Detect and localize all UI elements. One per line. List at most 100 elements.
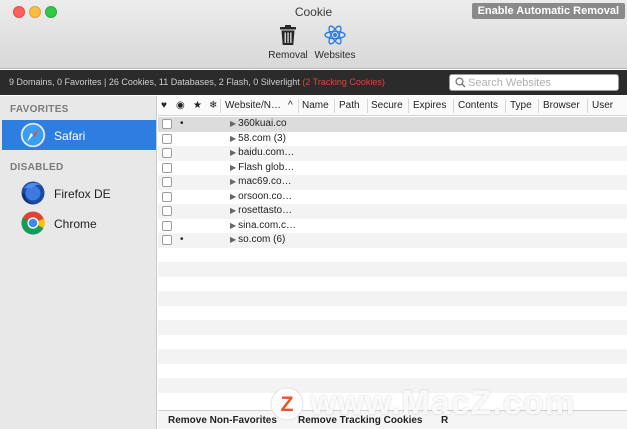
empty-row: [158, 320, 627, 335]
column-header-path[interactable]: Path: [339, 100, 360, 111]
column-header-favorite[interactable]: ♥: [161, 100, 167, 111]
row-checkbox[interactable]: [162, 148, 172, 158]
table-row[interactable]: ▶ orsoon.co…: [158, 189, 627, 204]
watermark-text: www.MacZ.com: [310, 384, 576, 422]
table-header: ♥ ◉ ★ ❄ Website/N… ^ Name Path Secure Ex…: [158, 96, 627, 116]
removal-toolbar-button[interactable]: Removal: [266, 24, 310, 61]
table-row[interactable]: ▶ mac69.co…: [158, 175, 627, 190]
tracking-dot: •: [180, 118, 184, 129]
row-checkbox[interactable]: [162, 235, 172, 245]
status-counts: 9 Domains, 0 Favorites | 26 Cookies, 11 …: [9, 77, 303, 87]
column-divider: [587, 99, 588, 113]
empty-row: [158, 334, 627, 349]
column-header-type[interactable]: Type: [510, 100, 532, 111]
website-name: sina.com.c…: [238, 219, 296, 231]
column-divider: [453, 99, 454, 113]
search-box[interactable]: [449, 74, 619, 91]
website-cell: ▶ 58.com (3): [230, 133, 286, 144]
remove-non-favorites-button[interactable]: Remove Non-Favorites: [168, 415, 277, 426]
row-checkbox[interactable]: [162, 177, 172, 187]
website-name: Flash glob…: [238, 161, 295, 173]
tracking-dot: •: [180, 234, 184, 245]
disclosure-triangle-icon[interactable]: ▶: [230, 221, 236, 230]
table-row[interactable]: • ▶ so.com (6): [158, 233, 627, 248]
chrome-icon: [21, 211, 45, 235]
atom-icon: [324, 25, 346, 45]
row-checkbox[interactable]: [162, 191, 172, 202]
safari-icon: [20, 122, 46, 148]
status-bar: 9 Domains, 0 Favorites | 26 Cookies, 11 …: [0, 70, 627, 95]
disabled-header: DISABLED: [10, 162, 64, 173]
column-header-flash[interactable]: ❄: [209, 100, 217, 111]
column-divider: [367, 99, 368, 113]
websites-label: Websites: [314, 50, 356, 61]
row-checkbox[interactable]: [162, 206, 172, 216]
sidebar-item-chrome[interactable]: Chrome: [2, 208, 156, 238]
column-header-expires[interactable]: Expires: [413, 100, 446, 111]
row-checkbox[interactable]: [162, 119, 172, 129]
firefox-icon: [21, 181, 45, 205]
website-cell: ▶ rosettasto…: [230, 205, 292, 216]
table-row[interactable]: • ▶ 360kuai.co: [158, 117, 627, 132]
search-input[interactable]: [468, 76, 613, 89]
disclosure-triangle-icon[interactable]: ▶: [230, 206, 236, 215]
website-cell: ▶ Flash glob…: [230, 162, 294, 173]
table-row[interactable]: ▶ baidu.com…: [158, 146, 627, 161]
row-checkbox[interactable]: [162, 162, 172, 173]
table-row[interactable]: ▶ sina.com.c…: [158, 218, 627, 233]
table-row[interactable]: ▶ 58.com (3): [158, 131, 627, 146]
column-header-website[interactable]: Website/N…: [225, 100, 281, 111]
website-cell: ▶ sina.com.c…: [230, 220, 296, 231]
table-row[interactable]: ▶ rosettasto…: [158, 204, 627, 219]
column-header-contents[interactable]: Contents: [458, 100, 498, 111]
logo-letter: Z: [281, 393, 294, 416]
column-header-secure[interactable]: Secure: [371, 100, 403, 111]
row-checkbox[interactable]: [162, 220, 172, 231]
favorites-header: FAVORITES: [10, 104, 69, 115]
column-divider: [334, 99, 335, 113]
column-header-user[interactable]: User: [592, 100, 613, 111]
trash-icon: [280, 25, 296, 45]
sidebar-item-label: Chrome: [54, 217, 97, 231]
sidebar-item-label: Safari: [54, 129, 86, 143]
column-header-tracking[interactable]: ◉: [176, 100, 185, 111]
websites-toolbar-button[interactable]: Websites: [313, 24, 357, 61]
table-row[interactable]: ▶ Flash glob…: [158, 160, 627, 175]
disclosure-triangle-icon[interactable]: ▶: [230, 235, 236, 244]
sidebar-item-firefox-de[interactable]: Firefox DE: [2, 178, 156, 208]
website-cell: ▶ so.com (6): [230, 234, 285, 245]
empty-row: [158, 262, 627, 277]
column-divider: [538, 99, 539, 113]
row-checkbox[interactable]: [162, 133, 172, 144]
status-summary: 9 Domains, 0 Favorites | 26 Cookies, 11 …: [9, 77, 385, 87]
website-name: 58.com (3): [238, 132, 286, 144]
disclosure-triangle-icon[interactable]: ▶: [230, 192, 236, 201]
website-name: 360kuai.co: [238, 118, 287, 129]
column-divider: [408, 99, 409, 113]
sidebar-item-safari[interactable]: Safari: [2, 120, 156, 150]
website-cell: ▶ orsoon.co…: [230, 191, 292, 202]
column-divider: [220, 99, 221, 113]
column-divider: [505, 99, 506, 113]
empty-row: [158, 276, 627, 291]
column-header-browser[interactable]: Browser: [543, 100, 580, 111]
website-cell: ▶ mac69.co…: [230, 176, 292, 187]
website-name: orsoon.co…: [238, 190, 293, 202]
macz-logo-icon: Z: [270, 387, 304, 421]
cookie-table: ♥ ◉ ★ ❄ Website/N… ^ Name Path Secure Ex…: [158, 96, 627, 410]
empty-row: [158, 247, 627, 262]
column-header-star[interactable]: ★: [193, 100, 202, 111]
disclosure-triangle-icon[interactable]: ▶: [230, 148, 236, 157]
watermark: Z www.MacZ.com: [270, 384, 615, 426]
disclosure-triangle-icon[interactable]: ▶: [230, 177, 236, 186]
enable-automatic-removal-button[interactable]: Enable Automatic Removal: [471, 3, 625, 19]
empty-row: [158, 305, 627, 320]
column-header-name[interactable]: Name: [302, 100, 329, 111]
website-cell: ▶ 360kuai.co: [230, 118, 287, 129]
disclosure-triangle-icon[interactable]: ▶: [230, 134, 236, 143]
empty-row: [158, 291, 627, 306]
disclosure-triangle-icon[interactable]: ▶: [230, 163, 236, 172]
website-name: so.com (6): [238, 234, 286, 245]
sidebar: FAVORITES Safari DISABLED Firefox DE Chr…: [0, 96, 157, 429]
disclosure-triangle-icon[interactable]: ▶: [230, 119, 236, 128]
